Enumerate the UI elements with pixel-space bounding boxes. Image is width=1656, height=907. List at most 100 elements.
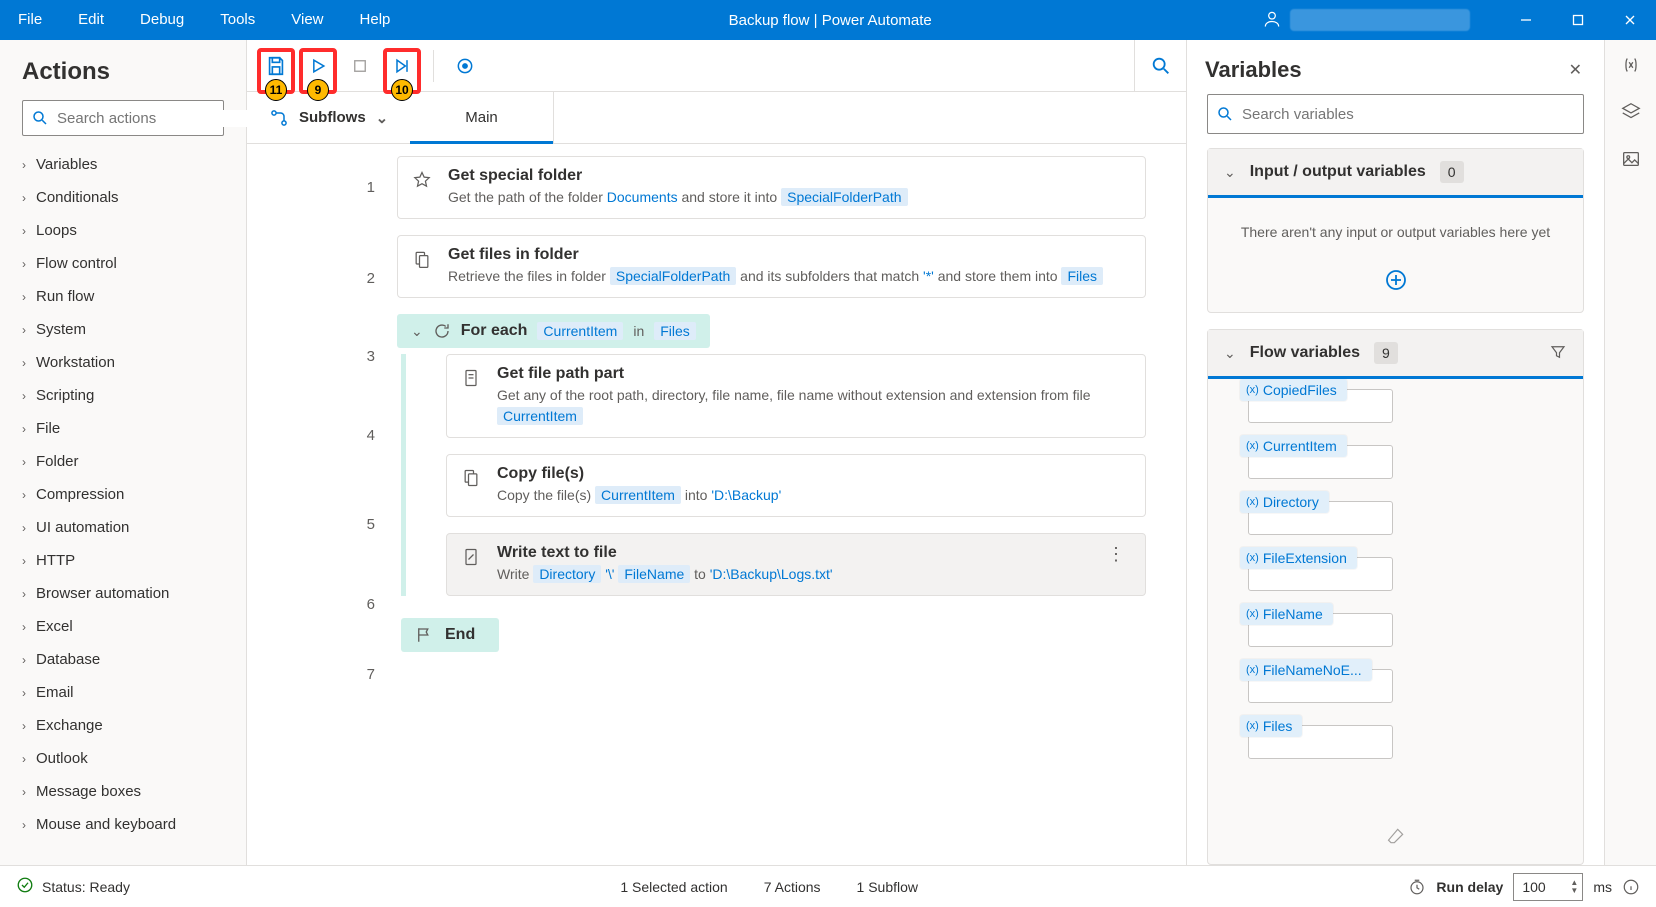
more-menu-icon[interactable]: ⋮ [1101, 544, 1131, 565]
for-each-header[interactable]: ⌄ For each CurrentItem in Files [397, 314, 710, 348]
actions-group[interactable]: ›Message boxes [0, 775, 246, 808]
actions-group[interactable]: ›Outlook [0, 742, 246, 775]
spinner-icon[interactable]: ▲▼ [1570, 879, 1578, 895]
close-panel-button[interactable]: ✕ [1565, 56, 1586, 84]
chevron-right-icon: › [22, 653, 26, 667]
actions-group-label: Outlook [36, 750, 88, 767]
actions-group[interactable]: ›Run flow [0, 280, 246, 313]
flow-variable[interactable]: (x)Files [1248, 725, 1563, 759]
actions-group-label: Variables [36, 156, 97, 173]
variables-search[interactable] [1207, 94, 1584, 134]
menu-file[interactable]: File [0, 0, 60, 40]
actions-group[interactable]: ›Excel [0, 610, 246, 643]
actions-group[interactable]: ›Folder [0, 445, 246, 478]
info-icon[interactable] [1622, 878, 1640, 896]
flow-variables-header[interactable]: ⌄ Flow variables 9 [1208, 330, 1583, 379]
end-block[interactable]: End [401, 618, 499, 652]
minimize-icon[interactable] [1500, 0, 1552, 40]
variables-rail-icon[interactable] [1620, 54, 1642, 79]
actions-group[interactable]: ›Email [0, 676, 246, 709]
step-title: Write text to file [497, 544, 1087, 562]
chevron-right-icon: › [22, 422, 26, 436]
filter-icon[interactable] [1549, 343, 1567, 364]
end-label: End [445, 626, 475, 644]
actions-group[interactable]: ›Workstation [0, 346, 246, 379]
account-name [1290, 9, 1470, 31]
actions-group[interactable]: ›HTTP [0, 544, 246, 577]
line-number: 5 [247, 484, 397, 564]
images-rail-icon[interactable] [1620, 148, 1642, 173]
chevron-right-icon: › [22, 323, 26, 337]
actions-group[interactable]: ›Database [0, 643, 246, 676]
center-search-button[interactable] [1134, 40, 1186, 92]
window-title: Backup flow | Power Automate [408, 12, 1252, 29]
doc-icon [461, 365, 483, 391]
actions-group[interactable]: ›Compression [0, 478, 246, 511]
actions-search[interactable] [22, 100, 224, 136]
actions-group[interactable]: ›System [0, 313, 246, 346]
io-variables-header[interactable]: ⌄ Input / output variables 0 [1208, 149, 1583, 198]
chevron-right-icon: › [22, 257, 26, 271]
step-card[interactable]: Get file path part Get any of the root p… [446, 354, 1146, 438]
chevron-right-icon: › [22, 686, 26, 700]
flow-variable[interactable]: (x)FileNameNoE... [1248, 669, 1563, 703]
step-subtitle: Retrieve the files in folder SpecialFold… [448, 266, 1131, 287]
run-delay-label: Run delay [1436, 879, 1503, 895]
step-card[interactable]: Write text to file Write Directory '\' F… [446, 533, 1146, 596]
chevron-right-icon: › [22, 191, 26, 205]
actions-group[interactable]: ›Browser automation [0, 577, 246, 610]
actions-group[interactable]: ›Variables [0, 148, 246, 181]
stop-button[interactable] [341, 45, 379, 87]
actions-group[interactable]: › Flow control [0, 247, 246, 280]
actions-group[interactable]: › Mouse and keyboard [0, 808, 246, 841]
menu-help[interactable]: Help [342, 0, 409, 40]
flow-variable[interactable]: (x)FileName [1248, 613, 1563, 647]
chevron-right-icon: › [22, 290, 26, 304]
add-icon [1384, 268, 1408, 292]
flow-variable[interactable]: (x)CurrentItem [1248, 445, 1563, 479]
tab-main[interactable]: Main [410, 92, 554, 143]
menu-debug[interactable]: Debug [122, 0, 202, 40]
step-card[interactable]: Get special folder Get the path of the f… [397, 156, 1146, 219]
chevron-right-icon: › [22, 818, 26, 832]
run-delay-input[interactable]: 100 ▲▼ [1513, 873, 1583, 901]
actions-group-label: Flow control [36, 255, 117, 272]
line-number: 2 [247, 230, 397, 326]
add-io-variable-button[interactable] [1228, 268, 1563, 292]
actions-group-label: Mouse and keyboard [36, 816, 176, 833]
chevron-down-icon[interactable]: ⌄ [1224, 164, 1236, 181]
close-icon[interactable] [1604, 0, 1656, 40]
line-number: 4 [247, 386, 397, 484]
variables-search-input[interactable] [1242, 106, 1575, 123]
actions-group[interactable]: ›UI automation [0, 511, 246, 544]
flow-variable[interactable]: (x)CopiedFiles [1248, 389, 1563, 423]
menu-tools[interactable]: Tools [202, 0, 273, 40]
save-badge: 11 [265, 79, 287, 101]
actions-list: ›Variables›Conditionals›Loops›Flow contr… [0, 148, 246, 865]
chevron-down-icon[interactable]: ⌄ [1224, 345, 1236, 362]
subflows-label: Subflows [299, 109, 366, 126]
actions-group[interactable]: ›File [0, 412, 246, 445]
status-text: Status: Ready [42, 879, 130, 895]
eraser-icon[interactable] [1208, 814, 1583, 864]
actions-group[interactable]: ›Exchange [0, 709, 246, 742]
folder-files-icon [412, 246, 434, 272]
menu-view[interactable]: View [273, 0, 341, 40]
actions-group[interactable]: ›Loops [0, 214, 246, 247]
record-button[interactable] [446, 45, 484, 87]
actions-search-input[interactable] [57, 110, 256, 127]
actions-group-label: Folder [36, 453, 79, 470]
layers-rail-icon[interactable] [1620, 101, 1642, 126]
actions-group[interactable]: ›Scripting [0, 379, 246, 412]
account-chip[interactable] [1252, 9, 1500, 32]
step-title: Copy file(s) [497, 465, 1131, 483]
chevron-down-icon[interactable]: ⌄ [411, 323, 423, 340]
menu-edit[interactable]: Edit [60, 0, 122, 40]
flow-variable[interactable]: (x)FileExtension [1248, 557, 1563, 591]
flow-variable[interactable]: (x)Directory [1248, 501, 1563, 535]
actions-group-label: Workstation [36, 354, 115, 371]
step-card[interactable]: Copy file(s) Copy the file(s) CurrentIte… [446, 454, 1146, 517]
actions-group[interactable]: ›Conditionals [0, 181, 246, 214]
step-card[interactable]: Get files in folder Retrieve the files i… [397, 235, 1146, 298]
maximize-icon[interactable] [1552, 0, 1604, 40]
